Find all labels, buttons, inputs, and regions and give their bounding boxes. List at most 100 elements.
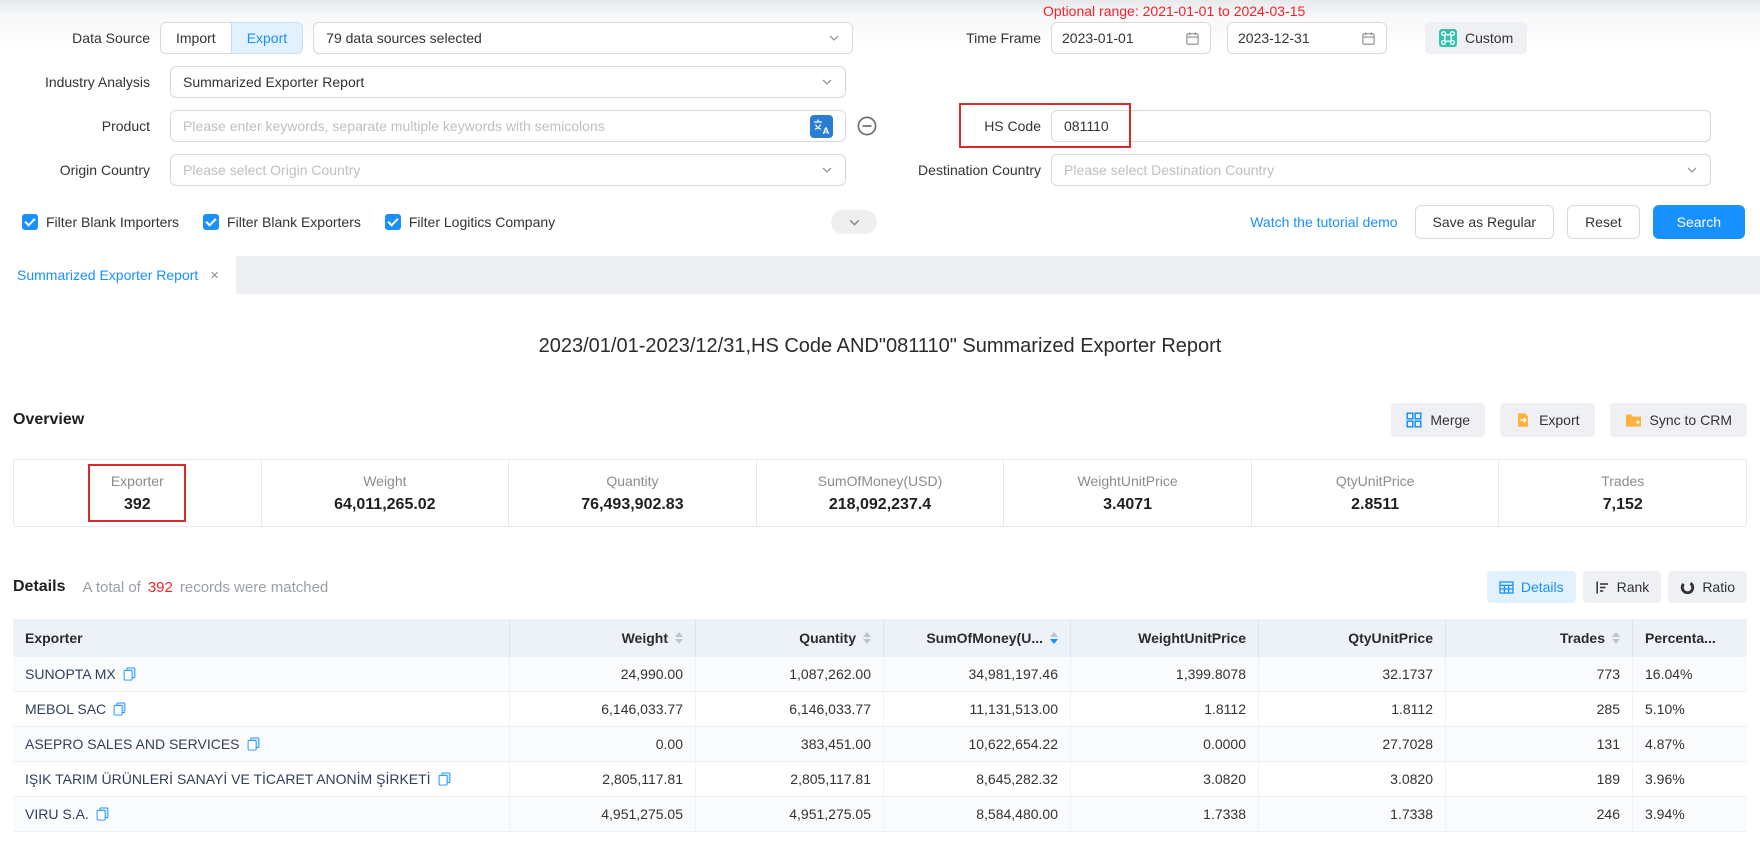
stat-value: 76,493,902.83 <box>581 496 683 514</box>
optional-range-value: 2021-01-01 to 2024-03-15 <box>1143 3 1306 19</box>
origin-country-label: Origin Country <box>0 162 150 178</box>
country-row: Origin Country Please select Origin Coun… <box>0 154 1711 186</box>
copy-icon[interactable] <box>247 737 260 751</box>
optional-range-label: Optional range: <box>1043 3 1139 19</box>
checkbox-checked-icon[interactable] <box>385 214 401 230</box>
records-matched-count: 392 <box>148 579 173 596</box>
view-details-button[interactable]: Details <box>1487 571 1576 603</box>
sort-control-active-desc[interactable] <box>1050 632 1058 644</box>
checkbox-checked-icon[interactable] <box>203 214 219 230</box>
stat-quantity: Quantity 76,493,902.83 <box>508 460 756 526</box>
hs-code-field[interactable] <box>1064 118 1698 134</box>
start-date-value[interactable] <box>1062 30 1185 46</box>
calendar-icon[interactable] <box>1185 31 1200 46</box>
data-source-row: Data Source Import Export 79 data source… <box>0 22 1711 54</box>
trades-cell: 773 <box>1446 657 1633 692</box>
sort-control[interactable] <box>863 632 871 644</box>
merge-icon <box>1406 412 1422 428</box>
table-row: IŞIK TARIM ÜRÜNLERİ SANAYİ VE TİCARET AN… <box>13 762 1747 797</box>
export-label: Export <box>1539 412 1579 428</box>
weight-unit-price-cell: 1.7338 <box>1071 797 1259 832</box>
exporter-link[interactable]: VIRU S.A. <box>25 806 109 822</box>
filter-options-row: Filter Blank Importers Filter Blank Expo… <box>22 205 1745 239</box>
table-row: VIRU S.A. 4,951,275.05 4,951,275.05 8,58… <box>13 797 1747 832</box>
hs-code-label: HS Code <box>911 118 1041 134</box>
sum-of-money-cell: 34,981,197.46 <box>884 657 1071 692</box>
tab-summarized-exporter-report[interactable]: Summarized Exporter Report × <box>0 256 236 294</box>
product-input[interactable]: A <box>170 110 846 142</box>
destination-country-select[interactable]: Please select Destination Country <box>1051 154 1711 186</box>
import-toggle-button[interactable]: Import <box>160 22 232 54</box>
sort-control[interactable] <box>675 632 683 644</box>
column-header-trades: Trades <box>1446 619 1633 657</box>
custom-range-button[interactable]: Custom <box>1425 22 1527 54</box>
exporter-link[interactable]: IŞIK TARIM ÜRÜNLERİ SANAYİ VE TİCARET AN… <box>25 771 451 787</box>
exporter-link[interactable]: MEBOL SAC <box>25 701 126 717</box>
tutorial-demo-link[interactable]: Watch the tutorial demo <box>1250 214 1397 230</box>
merge-button[interactable]: Merge <box>1391 403 1485 437</box>
percentage-cell: 3.94% <box>1633 797 1747 832</box>
hs-code-input[interactable] <box>1051 110 1711 142</box>
filter-panel: Optional range: 2021-01-01 to 2024-03-15… <box>0 0 1760 239</box>
qty-unit-price-cell: 1.8112 <box>1259 692 1446 727</box>
start-date-input[interactable] <box>1051 22 1211 54</box>
exporter-link[interactable]: ASEPRO SALES AND SERVICES <box>25 736 260 752</box>
checkbox-label: Filter Blank Exporters <box>227 214 361 230</box>
filter-blank-exporters-option[interactable]: Filter Blank Exporters <box>203 214 361 230</box>
stat-label: WeightUnitPrice <box>1078 473 1178 489</box>
tab-label: Summarized Exporter Report <box>17 267 198 283</box>
ratio-donut-icon <box>1680 580 1695 595</box>
industry-analysis-row: Industry Analysis Summarized Exporter Re… <box>0 66 1711 98</box>
translate-icon[interactable]: A <box>810 115 833 138</box>
details-table: Exporter Weight Quantity SumOfMoney(U...… <box>13 619 1747 832</box>
export-file-icon <box>1515 412 1531 428</box>
stat-value: 3.4071 <box>1103 496 1152 514</box>
industry-analysis-label: Industry Analysis <box>0 74 150 90</box>
trades-cell: 285 <box>1446 692 1633 727</box>
stat-weight-unit-price: WeightUnitPrice 3.4071 <box>1003 460 1251 526</box>
copy-icon[interactable] <box>438 772 451 786</box>
copy-icon[interactable] <box>113 702 126 716</box>
expand-filters-button[interactable] <box>831 210 877 234</box>
sum-of-money-cell: 10,622,654.22 <box>884 727 1071 762</box>
percentage-cell: 16.04% <box>1633 657 1747 692</box>
weight-cell: 24,990.00 <box>510 657 696 692</box>
view-rank-button[interactable]: Rank <box>1583 571 1662 603</box>
quantity-cell: 4,951,275.05 <box>696 797 884 832</box>
export-toggle-button[interactable]: Export <box>231 22 303 54</box>
export-button[interactable]: Export <box>1500 403 1594 437</box>
reset-button[interactable]: Reset <box>1567 205 1640 239</box>
checkbox-checked-icon[interactable] <box>22 214 38 230</box>
data-sources-select[interactable]: 79 data sources selected <box>313 22 853 54</box>
industry-analysis-select[interactable]: Summarized Exporter Report <box>170 66 846 98</box>
end-date-input[interactable] <box>1227 22 1387 54</box>
data-source-label: Data Source <box>0 30 150 46</box>
chevron-down-icon <box>821 164 833 176</box>
chevron-down-icon <box>828 32 840 44</box>
stat-value: 2.8511 <box>1351 496 1399 514</box>
column-header-exporter: Exporter <box>13 619 510 657</box>
copy-icon[interactable] <box>123 667 136 681</box>
minus-circle-icon[interactable] <box>856 115 878 137</box>
filter-blank-importers-option[interactable]: Filter Blank Importers <box>22 214 179 230</box>
sum-of-money-cell: 8,584,480.00 <box>884 797 1071 832</box>
sort-control[interactable] <box>1612 632 1620 644</box>
table-header-row: Exporter Weight Quantity SumOfMoney(U...… <box>13 619 1747 657</box>
percentage-cell: 4.87% <box>1633 727 1747 762</box>
product-keywords-field[interactable] <box>183 118 810 134</box>
close-icon[interactable]: × <box>210 267 219 284</box>
exporter-link[interactable]: SUNOPTA MX <box>25 666 136 682</box>
calendar-icon[interactable] <box>1361 31 1376 46</box>
copy-icon[interactable] <box>96 807 109 821</box>
column-header-quantity: Quantity <box>696 619 884 657</box>
filter-logistics-company-option[interactable]: Filter Logitics Company <box>385 214 555 230</box>
search-button[interactable]: Search <box>1653 205 1745 239</box>
origin-country-select[interactable]: Please select Origin Country <box>170 154 846 186</box>
stat-exporter: Exporter 392 <box>14 460 261 526</box>
view-ratio-button[interactable]: Ratio <box>1668 571 1747 603</box>
sync-to-crm-button[interactable]: Sync to CRM <box>1610 403 1747 437</box>
end-date-value[interactable] <box>1238 30 1361 46</box>
save-as-regular-button[interactable]: Save as Regular <box>1415 205 1555 239</box>
chevron-down-icon <box>1686 164 1698 176</box>
tab-bar: Summarized Exporter Report × <box>0 256 1760 294</box>
